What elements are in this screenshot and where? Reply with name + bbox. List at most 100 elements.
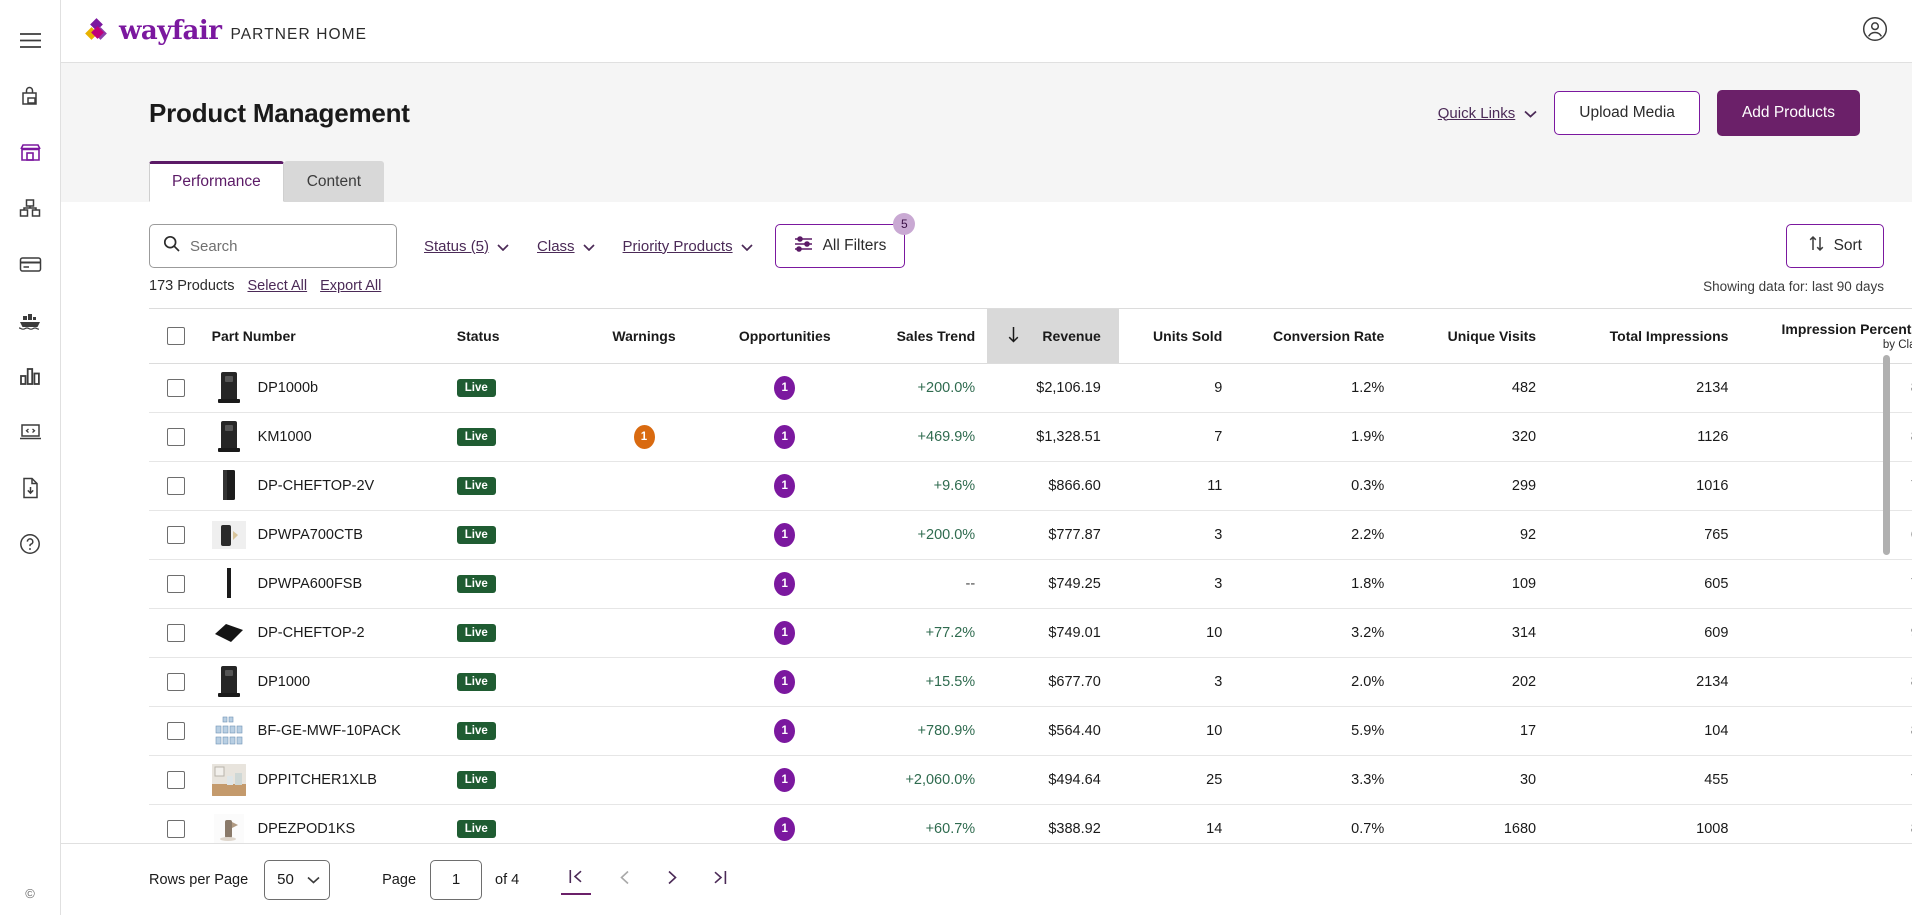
vertical-scrollbar-thumb[interactable] <box>1883 355 1890 555</box>
chevron-down-icon <box>497 238 509 255</box>
column-header-total-impressions[interactable]: Total Impressions <box>1554 309 1746 364</box>
column-header-opportunities[interactable]: Opportunities <box>704 309 866 364</box>
sidebar-item-inventory[interactable] <box>7 185 53 231</box>
sidebar-item-help[interactable] <box>7 521 53 567</box>
table-row[interactable]: DPPITCHER1XLBLive1+2,060.0%$494.64253.3%… <box>149 756 1912 805</box>
sidebar-item-menu[interactable] <box>7 17 53 63</box>
column-header-sales-trend[interactable]: Sales Trend <box>866 309 987 364</box>
cell-total-impressions: 765 <box>1554 511 1746 560</box>
table-row[interactable]: DP1000Live1+15.5%$677.7032.0%202213487 <box>149 658 1912 707</box>
table-row[interactable]: DP-CHEFTOP-2Live1+77.2%$749.01103.2%3146… <box>149 609 1912 658</box>
first-page-button[interactable] <box>561 865 591 895</box>
sidebar-item-storefront[interactable] <box>7 129 53 175</box>
upload-media-button[interactable]: Upload Media <box>1554 91 1700 135</box>
table-row[interactable]: KM1000Live11+469.9%$1,328.5171.9%3201126… <box>149 413 1912 462</box>
opportunity-count-badge[interactable]: 1 <box>774 474 795 498</box>
cell-status: Live <box>457 560 585 609</box>
table-row[interactable]: BF-GE-MWF-10PACKLive1+780.9%$564.40105.9… <box>149 707 1912 756</box>
column-header-impression-percentile-sublabel: by Class <box>1746 339 1912 351</box>
app-root: © wayfair PARTNER HOME <box>0 0 1912 915</box>
tab-content[interactable]: Content <box>284 161 384 202</box>
cell-opportunities: 1 <box>704 560 866 609</box>
help-circle-icon <box>19 533 41 555</box>
sort-arrows-icon <box>1808 235 1825 257</box>
page-number-input[interactable] <box>430 860 482 900</box>
cell-total-impressions: 2134 <box>1554 658 1746 707</box>
row-checkbox[interactable] <box>167 428 185 446</box>
row-checkbox[interactable] <box>167 673 185 691</box>
pagination-nav <box>561 865 735 895</box>
last-page-button[interactable] <box>705 865 735 895</box>
table-row[interactable]: DP-CHEFTOP-2VLive1+9.6%$866.60110.3%2991… <box>149 462 1912 511</box>
sidebar-item-payments[interactable] <box>7 241 53 287</box>
row-select-cell <box>149 609 204 658</box>
filter-toolbar: Status (5) Class Priority Products <box>61 202 1912 268</box>
previous-page-button[interactable] <box>609 865 639 895</box>
status-badge: Live <box>457 673 496 691</box>
column-header-conversion-rate[interactable]: Conversion Rate <box>1240 309 1402 364</box>
row-checkbox[interactable] <box>167 575 185 593</box>
cell-sales-trend: +9.6% <box>866 462 987 511</box>
opportunity-count-badge[interactable]: 1 <box>774 768 795 792</box>
table-row[interactable]: DP1000bLive1+200.0%$2,106.1991.2%4822134… <box>149 364 1912 413</box>
row-checkbox[interactable] <box>167 526 185 544</box>
sidebar-item-orders[interactable] <box>7 73 53 119</box>
search-input[interactable] <box>190 238 383 255</box>
row-checkbox[interactable] <box>167 771 185 789</box>
next-page-button[interactable] <box>657 865 687 895</box>
opportunity-count-badge[interactable]: 1 <box>774 376 795 400</box>
row-checkbox[interactable] <box>167 820 185 838</box>
cell-part-number: KM1000 <box>204 413 457 462</box>
sidebar-item-developer[interactable] <box>7 409 53 455</box>
opportunity-count-badge[interactable]: 1 <box>774 719 795 743</box>
opportunity-count-badge[interactable]: 1 <box>774 572 795 596</box>
table-row[interactable]: DPEZPOD1KSLive1+60.7%$388.92140.7%168010… <box>149 805 1912 844</box>
cell-sales-trend: +2,060.0% <box>866 756 987 805</box>
row-checkbox[interactable] <box>167 379 185 397</box>
cell-impression-percentile: 72 <box>1746 560 1912 609</box>
class-filter[interactable]: Class <box>537 238 595 255</box>
row-checkbox[interactable] <box>167 477 185 495</box>
header-actions: Quick Links Upload Media Add Products <box>1438 90 1888 136</box>
rows-per-page-value: 50 <box>277 871 294 888</box>
opportunity-count-badge[interactable]: 1 <box>774 425 795 449</box>
warning-count-badge[interactable]: 1 <box>634 425 655 449</box>
tab-performance[interactable]: Performance <box>149 161 284 202</box>
download-document-icon <box>21 477 40 499</box>
status-filter[interactable]: Status (5) <box>424 238 509 255</box>
cell-revenue: $749.25 <box>987 560 1119 609</box>
row-checkbox[interactable] <box>167 624 185 642</box>
add-products-button[interactable]: Add Products <box>1717 90 1860 136</box>
product-thumbnail-icon <box>212 420 246 454</box>
all-filters-button[interactable]: All Filters <box>775 224 906 268</box>
chevron-down-icon <box>741 238 753 255</box>
opportunity-count-badge[interactable]: 1 <box>774 621 795 645</box>
table-row[interactable]: DPWPA700CTBLive1+200.0%$777.8732.2%92765… <box>149 511 1912 560</box>
opportunity-count-badge[interactable]: 1 <box>774 523 795 547</box>
export-all-link[interactable]: Export All <box>320 278 381 294</box>
select-all-link[interactable]: Select All <box>247 278 307 294</box>
row-checkbox[interactable] <box>167 722 185 740</box>
column-header-revenue[interactable]: Revenue <box>987 309 1119 364</box>
brand-logo[interactable]: wayfair PARTNER HOME <box>87 16 367 46</box>
select-all-checkbox[interactable] <box>167 327 185 345</box>
priority-products-filter[interactable]: Priority Products <box>623 238 753 255</box>
opportunity-count-badge[interactable]: 1 <box>774 817 795 841</box>
quick-links-dropdown[interactable]: Quick Links <box>1438 105 1538 122</box>
column-header-part-number[interactable]: Part Number <box>204 309 457 364</box>
sidebar-item-downloads[interactable] <box>7 465 53 511</box>
sidebar-item-shipping[interactable] <box>7 297 53 343</box>
products-table-container[interactable]: Part Number Status Warnings Opportunitie… <box>149 308 1912 843</box>
table-row[interactable]: DPWPA600FSBLive1--$749.2531.8%10960572 <box>149 560 1912 609</box>
opportunity-count-badge[interactable]: 1 <box>774 670 795 694</box>
rows-per-page-select[interactable]: 50 <box>264 860 330 900</box>
column-header-status[interactable]: Status <box>457 309 585 364</box>
cell-opportunities: 1 <box>704 805 866 844</box>
column-header-unique-visits[interactable]: Unique Visits <box>1402 309 1554 364</box>
column-header-units-sold[interactable]: Units Sold <box>1119 309 1240 364</box>
sidebar-item-analytics[interactable] <box>7 353 53 399</box>
search-box[interactable] <box>149 224 397 268</box>
sort-button[interactable]: Sort <box>1786 224 1884 268</box>
account-button[interactable] <box>1862 16 1888 47</box>
column-header-warnings[interactable]: Warnings <box>584 309 703 364</box>
